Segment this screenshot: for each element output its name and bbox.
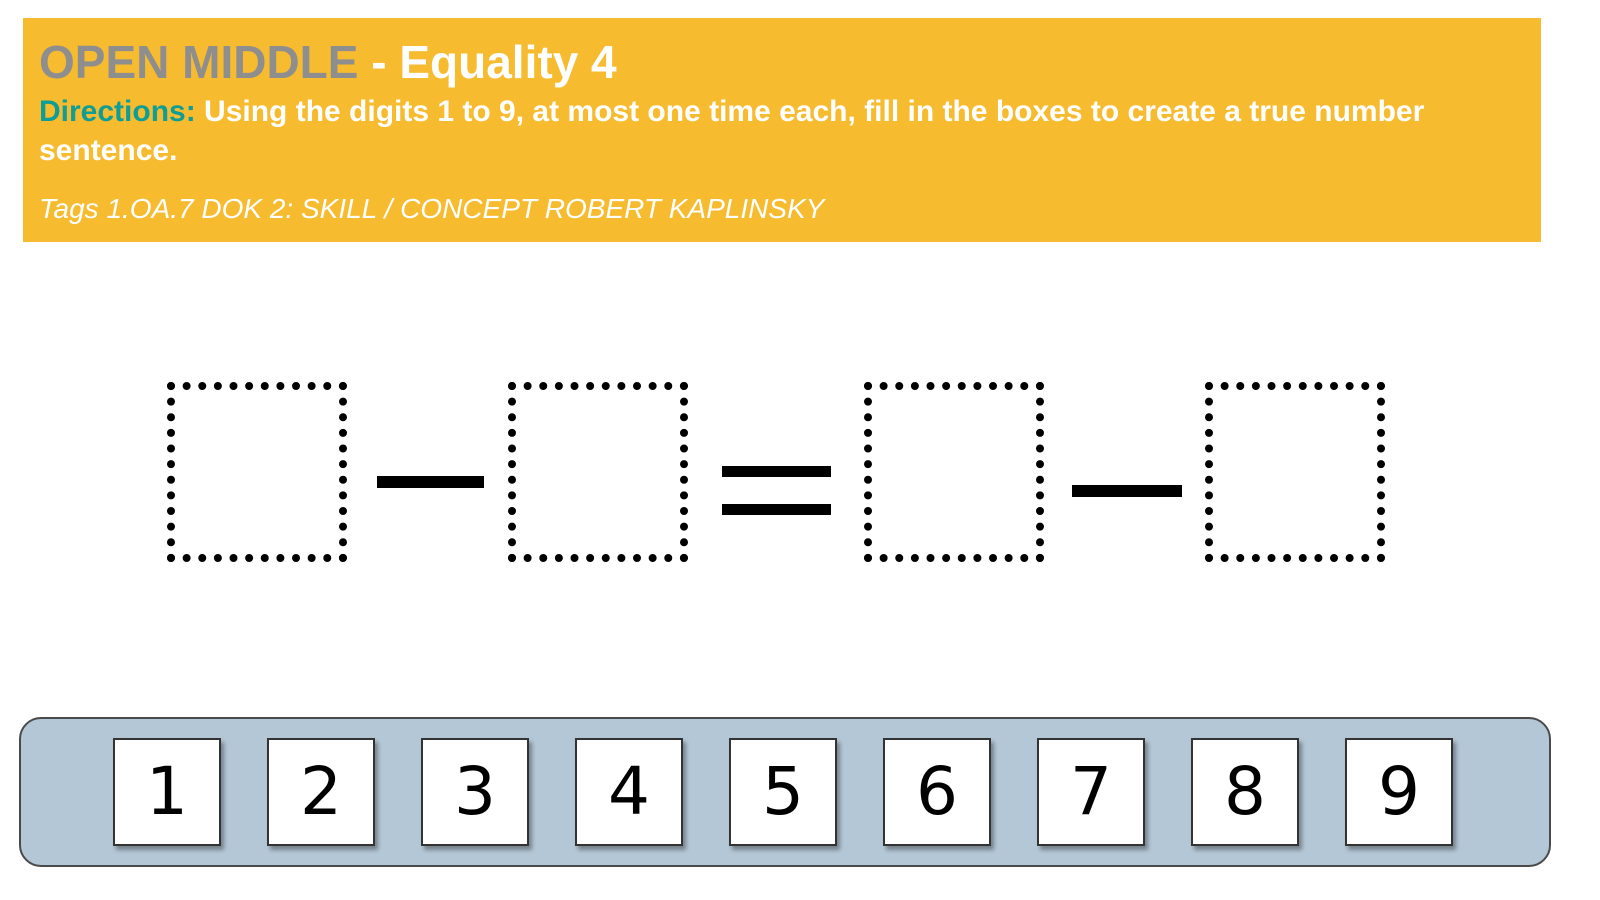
answer-box-1[interactable]: [167, 382, 347, 562]
digit-tile-6[interactable]: 6: [883, 738, 991, 846]
minus-sign-2: [1072, 485, 1182, 497]
digit-tile-3[interactable]: 3: [421, 738, 529, 846]
equals-bar-bottom: [722, 504, 831, 515]
digit-tile-1[interactable]: 1: [113, 738, 221, 846]
digit-tile-9[interactable]: 9: [1345, 738, 1453, 846]
digit-tile-5[interactable]: 5: [729, 738, 837, 846]
digit-tile-8[interactable]: 8: [1191, 738, 1299, 846]
answer-box-2[interactable]: [508, 382, 688, 562]
equals-bar-top: [722, 466, 831, 477]
equation: [0, 0, 1600, 700]
minus-sign-1: [377, 476, 484, 488]
digit-tile-7[interactable]: 7: [1037, 738, 1145, 846]
answer-box-4[interactable]: [1205, 382, 1385, 562]
digit-tile-2[interactable]: 2: [267, 738, 375, 846]
answer-box-3[interactable]: [864, 382, 1044, 562]
digit-tile-4[interactable]: 4: [575, 738, 683, 846]
